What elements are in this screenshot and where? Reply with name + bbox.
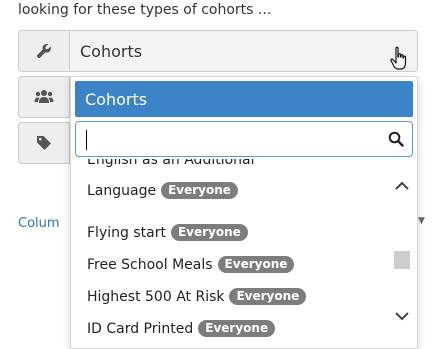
scope-badge: Everyone — [217, 256, 295, 273]
column-label: Colum — [18, 216, 60, 231]
option-free-school-meals[interactable]: Free School Meals Everyone — [87, 256, 295, 273]
option-label: Highest 500 At Risk — [87, 288, 225, 305]
hand-cursor-icon — [390, 46, 407, 70]
scope-badge: Everyone — [198, 320, 276, 337]
option-english-additional[interactable]: English as an Additional — [87, 159, 255, 168]
cohort-dropdown: Cohorts English as an Additional Languag… — [70, 76, 418, 349]
option-label: English as an Additional — [87, 159, 255, 168]
search-icon — [388, 131, 404, 147]
tag-icon — [37, 136, 51, 150]
option-label: Flying start — [87, 224, 166, 241]
caret-down-icon: ▼ — [418, 216, 425, 226]
scope-badge: Everyone — [161, 182, 238, 199]
select-value: Cohorts — [80, 42, 143, 61]
option-flying-start[interactable]: Flying start Everyone — [87, 224, 248, 241]
option-highest-500-at-risk[interactable]: Highest 500 At Risk Everyone — [87, 288, 307, 305]
addon-tag — [18, 122, 70, 164]
scope-badge: Everyone — [229, 288, 307, 305]
dropdown-selected-option[interactable]: Cohorts — [75, 81, 413, 117]
scroll-up-arrow-icon[interactable] — [393, 179, 411, 193]
cohort-type-select[interactable]: Cohorts — [70, 30, 418, 72]
addon-users — [18, 76, 70, 118]
addon-wrench — [18, 30, 70, 72]
option-label: Language — [87, 182, 157, 199]
scope-badge: Everyone — [170, 224, 248, 241]
dropdown-search-input[interactable] — [82, 128, 376, 152]
dropdown-search — [75, 121, 413, 157]
option-label: ID Card Printed — [87, 320, 194, 337]
scrollbar-thumb[interactable] — [394, 251, 410, 269]
dropdown-options: English as an Additional Language Everyo… — [71, 159, 391, 348]
wrench-icon — [36, 43, 51, 59]
option-language[interactable]: Language Everyone — [87, 182, 238, 199]
scroll-down-arrow-icon[interactable] — [393, 309, 411, 323]
intro-text: looking for these types of cohorts ... — [18, 2, 272, 18]
option-id-card-printed[interactable]: ID Card Printed Everyone — [87, 320, 276, 337]
option-label: Free School Meals — [87, 256, 213, 273]
users-icon — [34, 90, 54, 103]
